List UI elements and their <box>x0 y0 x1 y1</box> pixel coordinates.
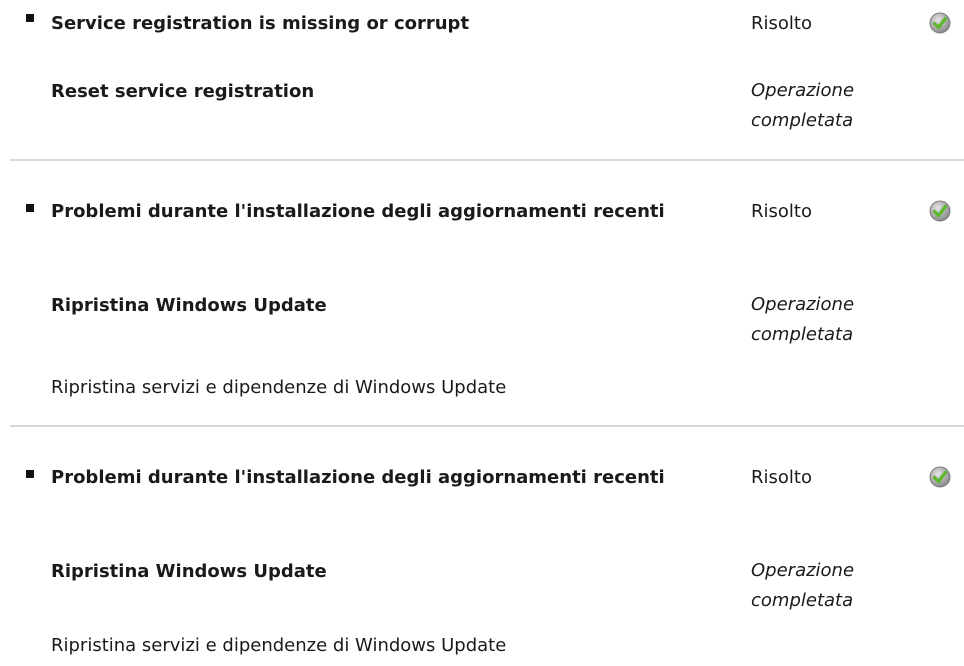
bullet-icon <box>26 14 34 22</box>
problem-title: Problemi durante l'installazione degli a… <box>51 201 665 222</box>
fix-status: Operazione completata <box>751 80 855 131</box>
fix-description: Ripristina servizi e dipendenze di Windo… <box>51 377 507 398</box>
fix-status: Operazione completata <box>751 560 855 611</box>
green-check-icon <box>929 12 951 34</box>
problem-title: Problemi durante l'installazione degli a… <box>51 467 665 488</box>
fix-description: Ripristina servizi e dipendenze di Windo… <box>51 635 507 656</box>
fix-title: Ripristina Windows Update <box>51 561 327 582</box>
problem-status: Risolto <box>751 201 812 222</box>
divider <box>10 159 964 161</box>
green-check-icon <box>929 466 951 488</box>
divider <box>10 425 964 427</box>
bullet-icon <box>26 204 34 212</box>
problem-title: Service registration is missing or corru… <box>51 13 470 34</box>
fix-title: Reset service registration <box>51 81 315 102</box>
fix-title: Ripristina Windows Update <box>51 295 327 316</box>
fix-status: Operazione completata <box>751 294 855 345</box>
problem-status: Risolto <box>751 13 812 34</box>
problem-status: Risolto <box>751 467 812 488</box>
bullet-icon <box>26 470 34 478</box>
green-check-icon <box>929 200 951 222</box>
